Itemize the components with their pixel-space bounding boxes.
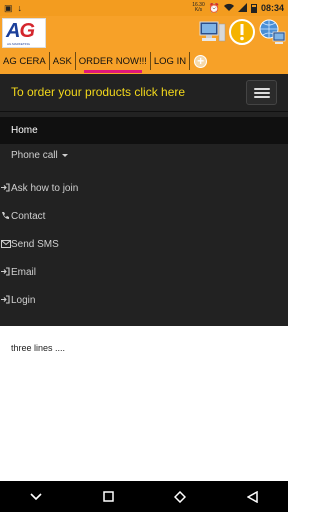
- menu-item-ask-how-to-join[interactable]: Ask how to join: [0, 183, 288, 194]
- menu-label: Contact: [11, 211, 46, 222]
- content-text: three lines ....: [11, 343, 66, 353]
- alarm-icon: ⏰: [208, 2, 220, 13]
- hide-keyboard-button[interactable]: [26, 487, 46, 507]
- tab-log-in[interactable]: LOG IN: [151, 52, 191, 70]
- promo-bar: To order your products click here: [0, 74, 288, 112]
- menu-label: Login: [11, 295, 36, 306]
- sign-in-icon: [0, 183, 11, 194]
- computer-icon: [199, 21, 226, 42]
- hamburger-line: [254, 96, 270, 98]
- menu-item-email[interactable]: Email: [0, 267, 288, 278]
- hamburger-line: [254, 92, 270, 94]
- globe-computer-icon: [259, 19, 286, 44]
- add-tab-button[interactable]: +: [194, 54, 208, 68]
- menu-label: Ask how to join: [11, 183, 79, 194]
- home-button[interactable]: [170, 487, 190, 507]
- header-icons: [198, 18, 286, 46]
- phone-icon: [0, 211, 11, 222]
- android-nav-bar: [0, 481, 288, 512]
- hamburger-line: [254, 88, 270, 90]
- status-left: ▣ ↓: [4, 2, 23, 13]
- logo-letter-a: A: [6, 20, 20, 42]
- clock: 08:34: [260, 3, 284, 13]
- logo-text: AG: [6, 20, 35, 43]
- tab-nav: AG CERA ASK ORDER NOW!!! LOG IN +: [0, 52, 208, 73]
- tab-ask[interactable]: ASK: [50, 52, 76, 70]
- envelope-icon: [0, 239, 11, 250]
- menu-item-phone-call[interactable]: Phone call: [11, 150, 68, 161]
- signal-icon: [237, 2, 247, 14]
- phone-call-label: Phone call: [11, 150, 58, 161]
- menu-item-send-sms[interactable]: Send SMS: [0, 239, 288, 250]
- net-speed-unit: K/s: [194, 7, 203, 13]
- status-right: 16.30 K/s ⏰ 08:34: [192, 2, 284, 14]
- logo-letter-g: G: [19, 20, 35, 42]
- battery-icon: [250, 3, 257, 13]
- screen: ▣ ↓ 16.30 K/s ⏰ 08:34 AG AG MARKETING AG…: [0, 0, 288, 512]
- alert-icon: [229, 19, 255, 45]
- menu-item-login[interactable]: Login: [0, 295, 288, 306]
- wifi-icon: [223, 3, 234, 14]
- download-icon: ↓: [17, 2, 23, 13]
- status-bar: ▣ ↓ 16.30 K/s ⏰ 08:34: [0, 0, 288, 16]
- logo[interactable]: AG AG MARKETING: [2, 18, 46, 48]
- menu-toggle-button[interactable]: [246, 80, 277, 105]
- sign-in-icon: [0, 267, 11, 278]
- recents-button[interactable]: [98, 487, 118, 507]
- logo-subtitle: AG MARKETING: [7, 42, 31, 46]
- net-speed: 16.30 K/s: [192, 3, 205, 13]
- sign-in-icon: [0, 295, 11, 306]
- image-icon: ▣: [4, 2, 13, 13]
- app-header: AG AG MARKETING AG CERA ASK ORDER NOW!!!…: [0, 16, 288, 74]
- caret-down-icon: [61, 154, 68, 157]
- tab-ag-cera[interactable]: AG CERA: [0, 52, 50, 70]
- menu-label: Email: [11, 267, 37, 278]
- promo-link[interactable]: To order your products click here: [11, 85, 185, 99]
- menu-item-home[interactable]: Home: [0, 117, 288, 144]
- menu-label: Send SMS: [11, 239, 59, 250]
- tab-order-now[interactable]: ORDER NOW!!!: [76, 52, 151, 73]
- navbar: To order your products click here Home P…: [0, 74, 288, 326]
- back-button[interactable]: [242, 487, 262, 507]
- menu-item-contact[interactable]: Contact: [0, 211, 288, 222]
